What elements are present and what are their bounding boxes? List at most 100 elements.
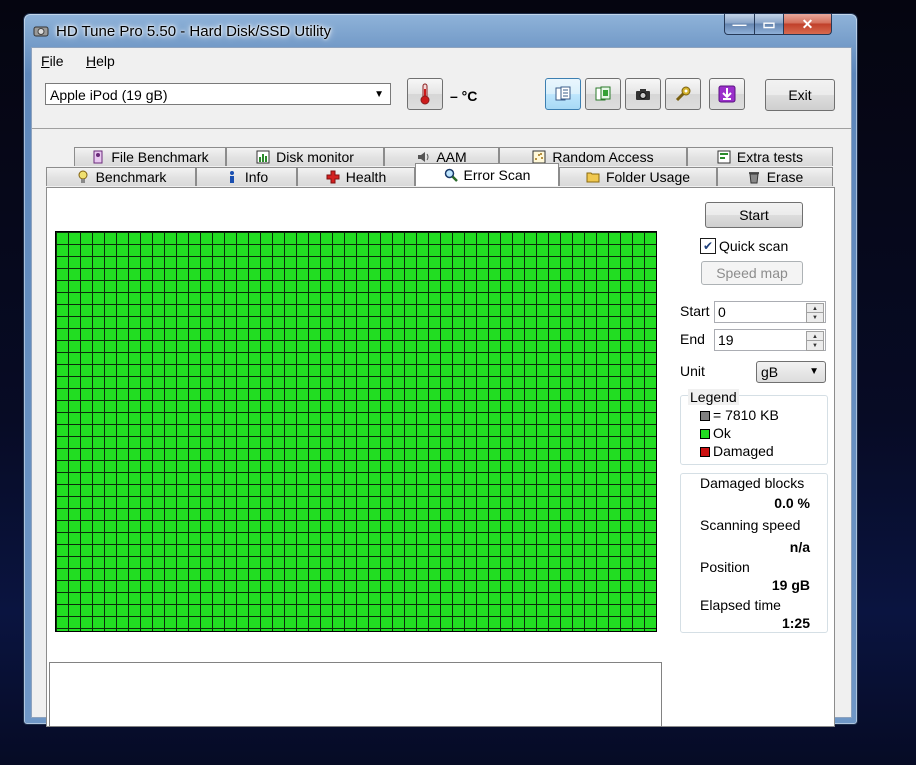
client-area: File Help Apple iPod (19 gB) ▼ – °C Exit… <box>31 47 852 727</box>
tab-label: Extra tests <box>736 149 804 165</box>
spin-down-icon[interactable]: ▼ <box>806 340 824 351</box>
legend-ok-text: Ok <box>713 425 731 441</box>
damaged-blocks-label: Damaged blocks <box>700 475 805 491</box>
window-title: HD Tune Pro 5.50 - Hard Disk/SSD Utility <box>56 23 332 40</box>
scatter-icon <box>532 150 546 164</box>
bar-chart-icon <box>256 150 270 164</box>
folder-icon <box>586 172 600 183</box>
legend-block-text: = 7810 KB <box>713 407 779 423</box>
close-icon: ✕ <box>801 15 814 32</box>
tab-label: Error Scan <box>463 167 531 183</box>
magnifier-icon <box>444 168 458 182</box>
start-button[interactable]: Start <box>705 202 803 228</box>
save-icon <box>718 85 736 103</box>
exit-button[interactable]: Exit <box>765 79 835 111</box>
tab-label: Erase <box>766 169 804 185</box>
tab-label: Benchmark <box>95 169 167 185</box>
close-button[interactable]: ✕ <box>783 14 832 35</box>
unit-select[interactable]: gB ▼ <box>756 361 826 383</box>
menu-help[interactable]: Help <box>86 53 115 69</box>
elapsed-time-label: Elapsed time <box>700 597 781 613</box>
spin-down-icon[interactable]: ▼ <box>806 312 824 323</box>
tab-benchmark[interactable]: Benchmark <box>46 167 196 186</box>
temperature-button[interactable] <box>407 78 443 110</box>
extra-tests-icon <box>717 150 731 164</box>
toolbar: Apple iPod (19 gB) ▼ – °C Exit <box>32 72 851 129</box>
drive-select[interactable]: Apple iPod (19 gB) ▼ <box>45 83 391 105</box>
position-value: 19 gB <box>771 577 810 593</box>
save-button[interactable] <box>709 78 745 110</box>
position-label: Position <box>700 559 750 575</box>
copy-info-icon <box>595 86 611 101</box>
legend-damaged: Damaged <box>700 443 774 459</box>
info-icon <box>229 171 234 183</box>
start-button-label: Start <box>739 207 769 223</box>
chevron-down-icon: ▼ <box>374 89 384 100</box>
legend-ok-swatch <box>700 429 710 439</box>
tab-health[interactable]: Health <box>297 167 415 186</box>
menu-file[interactable]: File <box>41 53 64 69</box>
start-input[interactable]: 0 ▲ ▼ <box>714 301 826 323</box>
tab-erase[interactable]: Erase <box>717 167 833 186</box>
end-input-value: 19 <box>718 332 734 348</box>
chevron-down-icon: ▼ <box>809 366 819 377</box>
end-field-label: End <box>680 331 705 347</box>
file-benchmark-icon <box>93 150 103 164</box>
maximize-button[interactable]: ▭ <box>754 14 784 35</box>
tab-file-benchmark[interactable]: File Benchmark <box>74 147 226 166</box>
quick-scan-checkbox[interactable]: ✔ <box>700 238 716 254</box>
lightbulb-icon <box>78 170 88 183</box>
copy-info-button[interactable] <box>585 78 621 110</box>
speed-map-button: Speed map <box>701 261 803 285</box>
exit-button-label: Exit <box>788 87 812 103</box>
tab-label: Disk monitor <box>276 149 354 165</box>
tab-disk-monitor[interactable]: Disk monitor <box>226 147 384 166</box>
legend-damaged-text: Damaged <box>713 443 774 459</box>
minimize-icon: — <box>732 16 747 32</box>
tab-label: File Benchmark <box>111 149 209 165</box>
tab-folder-usage[interactable]: Folder Usage <box>559 167 717 186</box>
tab-label: Health <box>345 169 387 185</box>
legend-damaged-swatch <box>700 447 710 457</box>
legend-block-size: = 7810 KB <box>700 407 779 423</box>
legend-title: Legend <box>688 389 739 405</box>
health-cross-icon <box>326 170 340 184</box>
elapsed-time-value: 1:25 <box>781 615 810 631</box>
tab-extra-tests[interactable]: Extra tests <box>687 147 833 166</box>
maximize-icon: ▭ <box>762 15 776 32</box>
quick-scan-label: Quick scan <box>719 238 789 254</box>
start-field-label: Start <box>680 303 710 319</box>
screenshot-button[interactable] <box>625 78 661 110</box>
tab-label: Random Access <box>552 149 654 165</box>
drive-select-value: Apple iPod (19 gB) <box>50 87 168 103</box>
tab-label: Folder Usage <box>605 169 691 185</box>
trash-icon <box>748 172 759 184</box>
legend-ok: Ok <box>700 425 731 441</box>
thermometer-icon <box>420 83 430 105</box>
scan-block-grid <box>55 231 657 632</box>
scanning-speed-value: n/a <box>789 539 810 555</box>
camera-icon <box>636 89 650 100</box>
legend-block-swatch <box>700 411 710 421</box>
app-window: HD Tune Pro 5.50 - Hard Disk/SSD Utility… <box>23 13 858 727</box>
tab-error-scan[interactable]: Error Scan <box>415 163 559 186</box>
damaged-blocks-value: 0.0 % <box>774 495 810 511</box>
options-icon <box>675 86 691 102</box>
unit-select-value: gB <box>761 364 779 380</box>
scanning-speed-label: Scanning speed <box>700 517 801 533</box>
temperature-readout: – °C <box>450 88 478 104</box>
tab-info[interactable]: Info <box>196 167 297 186</box>
hdtune-app-icon <box>33 26 49 37</box>
tab-label: Info <box>244 169 269 185</box>
speaker-icon <box>418 152 429 162</box>
menu-bar: File Help <box>32 48 851 72</box>
copy-text-icon <box>555 86 571 101</box>
minimize-button[interactable]: — <box>724 14 755 35</box>
start-input-value: 0 <box>718 304 726 320</box>
scan-log-box <box>49 662 662 727</box>
options-button[interactable] <box>665 78 701 110</box>
end-input[interactable]: 19 ▲ ▼ <box>714 329 826 351</box>
speed-map-button-label: Speed map <box>716 265 788 281</box>
unit-label: Unit <box>680 363 705 379</box>
copy-text-button[interactable] <box>545 78 581 110</box>
